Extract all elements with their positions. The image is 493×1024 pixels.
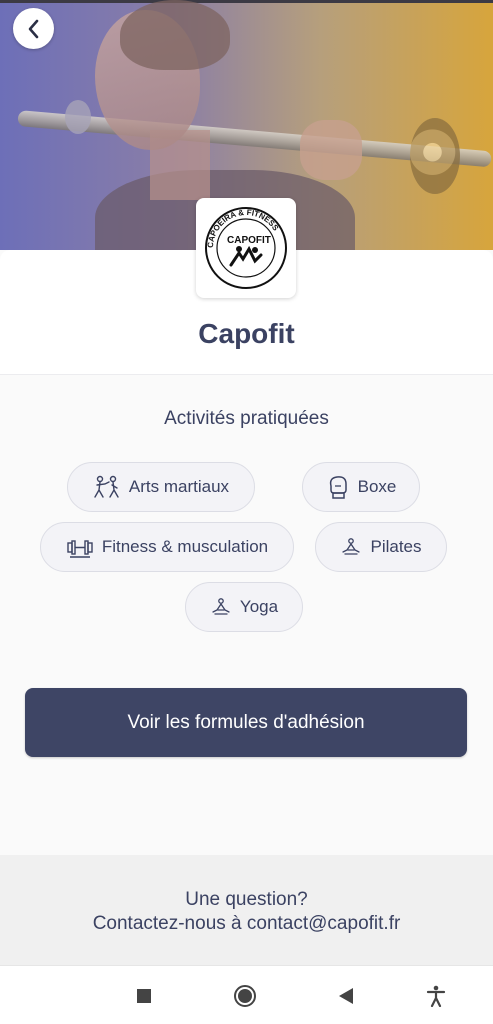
accessibility-button[interactable]: [421, 981, 451, 1011]
activity-chip-yoga[interactable]: Yoga: [185, 582, 303, 632]
membership-plans-button[interactable]: Voir les formules d'adhésion: [25, 688, 467, 757]
system-nav-bar: [0, 965, 493, 1024]
activities-title: Activités pratiquées: [164, 408, 329, 429]
activity-chip-martial-arts[interactable]: Arts martiaux: [67, 462, 255, 512]
footer-question: Une question?: [185, 889, 308, 910]
activity-chip-pilates[interactable]: Pilates: [315, 522, 447, 572]
home-button[interactable]: [230, 981, 260, 1011]
contact-footer: Une question? Contactez-nous à contact@c…: [0, 855, 493, 965]
logo-emblem: CAPOEIRA & FITNESS: [205, 207, 287, 289]
footer-contact[interactable]: Contactez-nous à contact@capofit.fr: [0, 913, 493, 935]
recents-button[interactable]: [129, 981, 159, 1011]
club-name: Capofit: [198, 318, 295, 349]
martial-arts-icon: [94, 475, 119, 498]
meditation-icon: [342, 538, 361, 555]
activity-label: Yoga: [239, 597, 279, 616]
home-circle-icon: [234, 985, 256, 1007]
back-nav-button[interactable]: [331, 981, 361, 1011]
activity-label: Fitness & musculation: [101, 537, 269, 556]
barbell-plate: [410, 118, 460, 194]
activity-chip-boxing[interactable]: Boxe: [302, 462, 420, 512]
athlete-hair: [120, 0, 230, 70]
activity-chip-fitness[interactable]: Fitness & musculation: [40, 522, 294, 572]
stop-square-icon: [137, 989, 151, 1003]
boxing-glove-icon: [329, 476, 347, 499]
status-strip: [0, 0, 493, 3]
dumbbell-icon: [67, 540, 93, 558]
back-button[interactable]: [13, 8, 54, 49]
accessibility-icon: [426, 985, 446, 1007]
athlete-hand: [300, 120, 362, 180]
back-triangle-icon: [339, 988, 353, 1004]
barbell-end: [65, 100, 91, 134]
activity-label: Pilates: [370, 537, 422, 556]
activity-label: Boxe: [357, 477, 397, 496]
meditation-icon: [212, 598, 230, 615]
club-logo: CAPOEIRA & FITNESS CAPOFIT: [196, 198, 296, 298]
logo-text: CAPOFIT: [227, 235, 271, 246]
activity-label: Arts martiaux: [128, 477, 230, 496]
chevron-left-icon: [28, 19, 38, 38]
